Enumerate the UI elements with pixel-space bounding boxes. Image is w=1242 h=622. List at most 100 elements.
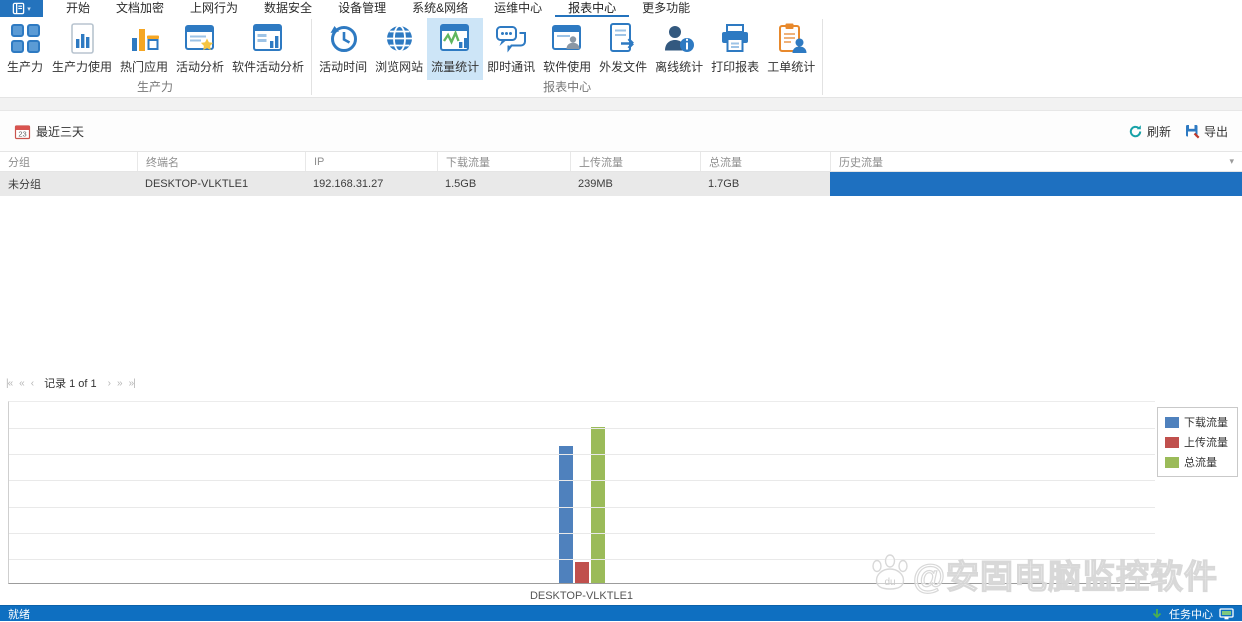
history-traffic-bar (830, 172, 1242, 196)
document-chart-icon (66, 20, 99, 56)
ribbon-item-label: 生产力 (6, 60, 43, 74)
pagination-prev-button[interactable]: ‹ (31, 378, 35, 389)
column-header-2[interactable]: 终端名 (137, 152, 305, 171)
activity-analysis-icon (183, 20, 217, 56)
globe-icon (383, 20, 416, 56)
chevron-down-icon: ▾ (27, 5, 31, 13)
chart-gridline (9, 480, 1155, 481)
chart-bar-下载流量 (559, 446, 573, 583)
menu-tab-4[interactable]: 数据安全 (251, 0, 325, 17)
column-header-7[interactable]: 历史流量 ▾ (830, 152, 1242, 171)
ribbon-group-label: 生产力 (137, 80, 174, 94)
pagination-last-button[interactable]: »| (129, 378, 136, 389)
column-header-5[interactable]: 上传流量 (570, 152, 700, 171)
menu-tab-8[interactable]: 报表中心 (555, 0, 630, 17)
app-menu-button[interactable]: ▾ (0, 0, 43, 17)
column-header-label: 终端名 (146, 156, 179, 169)
menu-tab-5[interactable]: 设备管理 (325, 0, 399, 17)
status-bar: 就绪 任务中心 (0, 605, 1242, 621)
export-save-icon (1185, 124, 1200, 138)
ribbon-item-clipboard-user[interactable]: 工单统计 (763, 18, 819, 80)
menu-bar: ▾ 开始 文档加密 上网行为 数据安全 设备管理 系统&网络 运维中心 报表中心 更多功能 (0, 0, 1242, 17)
pagination-next-fast-button[interactable]: » (117, 378, 122, 389)
ribbon-item-globe[interactable]: 浏览网站 (371, 18, 427, 80)
user-info-icon (662, 20, 696, 56)
refresh-button[interactable]: 刷新 (1128, 123, 1171, 140)
ribbon-item-label: 活动时间 (319, 60, 368, 74)
column-header-label: 分组 (8, 156, 30, 169)
ribbon-group-1: 生产力 生产力使用 热门应用 活动分析 软件活动分析 生产力 (0, 17, 310, 97)
calendar-icon: 23 (14, 124, 31, 139)
chart-gridline (9, 428, 1155, 429)
column-dropdown-icon[interactable]: ▾ (1229, 156, 1234, 167)
column-header-label: IP (314, 155, 325, 168)
legend-swatch-icon (1165, 416, 1179, 428)
column-header-1[interactable]: 分组 (0, 152, 137, 171)
table-header: 分组 终端名 IP 下载流量 上传流量 总流量 历史流量 ▾ (0, 151, 1242, 172)
pagination-prev-fast-button[interactable]: « (19, 378, 24, 389)
traffic-stats-icon (438, 20, 472, 56)
ribbon-item-chat[interactable]: 即时通讯 (483, 18, 539, 80)
column-header-4[interactable]: 下载流量 (437, 152, 570, 171)
chart-gridline (9, 559, 1155, 560)
date-range-filter[interactable]: 23 最近三天 (14, 123, 84, 140)
legend-label: 下载流量 (1184, 417, 1228, 429)
menu-tab-2[interactable]: 文档加密 (103, 0, 177, 17)
monitor-icon[interactable] (1219, 607, 1234, 620)
legend-label: 总流量 (1184, 457, 1217, 469)
table-row[interactable]: 未分组 DESKTOP-VLKTLE1 192.168.31.27 1.5GB 239M… (0, 172, 1242, 196)
menu-tab-1[interactable]: 开始 (53, 0, 103, 17)
task-center-label: 任务中心 (1169, 608, 1213, 621)
refresh-icon (1129, 124, 1142, 137)
ribbon-group-separator (822, 19, 824, 95)
ribbon-group-label: 报表中心 (543, 80, 592, 94)
ribbon-item-label: 软件使用 (543, 60, 592, 74)
ribbon-item-clock-history[interactable]: 活动时间 (315, 18, 371, 80)
ribbon-item-user-info[interactable]: 离线统计 (651, 18, 707, 80)
legend-label: 上传流量 (1184, 437, 1228, 449)
filter-bar: 23 最近三天 刷新 导出 (0, 111, 1242, 151)
ribbon-bottom-strip (0, 98, 1242, 111)
chart-bar-上传流量 (575, 562, 589, 583)
pagination-next-button[interactable]: › (108, 378, 112, 389)
column-header-label: 历史流量 (839, 156, 883, 169)
app-window-icon (12, 2, 25, 15)
ribbon-item-hot-apps[interactable]: 热门应用 (116, 18, 172, 80)
ribbon-item-file-send[interactable]: 外发文件 (595, 18, 651, 80)
ribbon-item-traffic-stats[interactable]: 流量统计 (427, 18, 484, 80)
ribbon-item-label: 浏览网站 (375, 60, 424, 74)
ribbon-item-printer[interactable]: 打印报表 (707, 18, 763, 80)
ribbon-item-grid[interactable]: 生产力 (2, 18, 48, 80)
export-label: 导出 (1203, 124, 1228, 139)
ribbon-item-window-user[interactable]: 软件使用 (539, 18, 595, 80)
ribbon-item-label: 离线统计 (655, 60, 704, 74)
ribbon-item-activity-analysis[interactable]: 活动分析 (172, 18, 228, 80)
ribbon-item-label: 打印报表 (711, 60, 760, 74)
row-cell-2: DESKTOP-VLKTLE1 (145, 178, 249, 190)
status-text: 就绪 (8, 608, 30, 621)
legend-item-2: 上传流量 (1165, 434, 1228, 450)
column-header-6[interactable]: 总流量 (700, 152, 830, 171)
row-cell-4: 1.5GB (445, 178, 477, 190)
ribbon-item-document-chart[interactable]: 生产力使用 (48, 18, 116, 80)
export-button[interactable]: 导出 (1185, 123, 1228, 140)
menu-tab-6[interactable]: 系统&网络 (399, 0, 481, 17)
pagination-first-button[interactable]: |« (6, 378, 13, 389)
ribbon-toolbar: 生产力 生产力使用 热门应用 活动分析 软件活动分析 生产力 活动时间 浏览网站 流量统计 即时通… (0, 17, 1242, 98)
svg-text:23: 23 (18, 129, 26, 138)
ribbon-item-label: 流量统计 (431, 60, 480, 74)
legend-item-1: 下载流量 (1165, 414, 1228, 430)
menu-tab-9[interactable]: 更多功能 (629, 0, 703, 17)
ribbon-item-label: 工单统计 (767, 60, 816, 74)
ribbon-item-label: 外发文件 (599, 60, 648, 74)
ribbon-item-label: 生产力使用 (52, 60, 113, 74)
traffic-bar-chart: DESKTOP-VLKTLE1 下载流量 上传流量 总流量 du @安固电脑监控软件 (0, 398, 1242, 605)
column-header-3[interactable]: IP (305, 152, 437, 171)
ribbon-item-software-activity[interactable]: 软件活动分析 (228, 18, 308, 80)
task-center-button[interactable]: 任务中心 (1151, 606, 1234, 622)
menu-tab-3[interactable]: 上网行为 (177, 0, 251, 17)
chart-gridline (9, 507, 1155, 508)
column-header-label: 下载流量 (446, 156, 490, 169)
chart-gridline (9, 533, 1155, 534)
menu-tab-7[interactable]: 运维中心 (481, 0, 555, 17)
